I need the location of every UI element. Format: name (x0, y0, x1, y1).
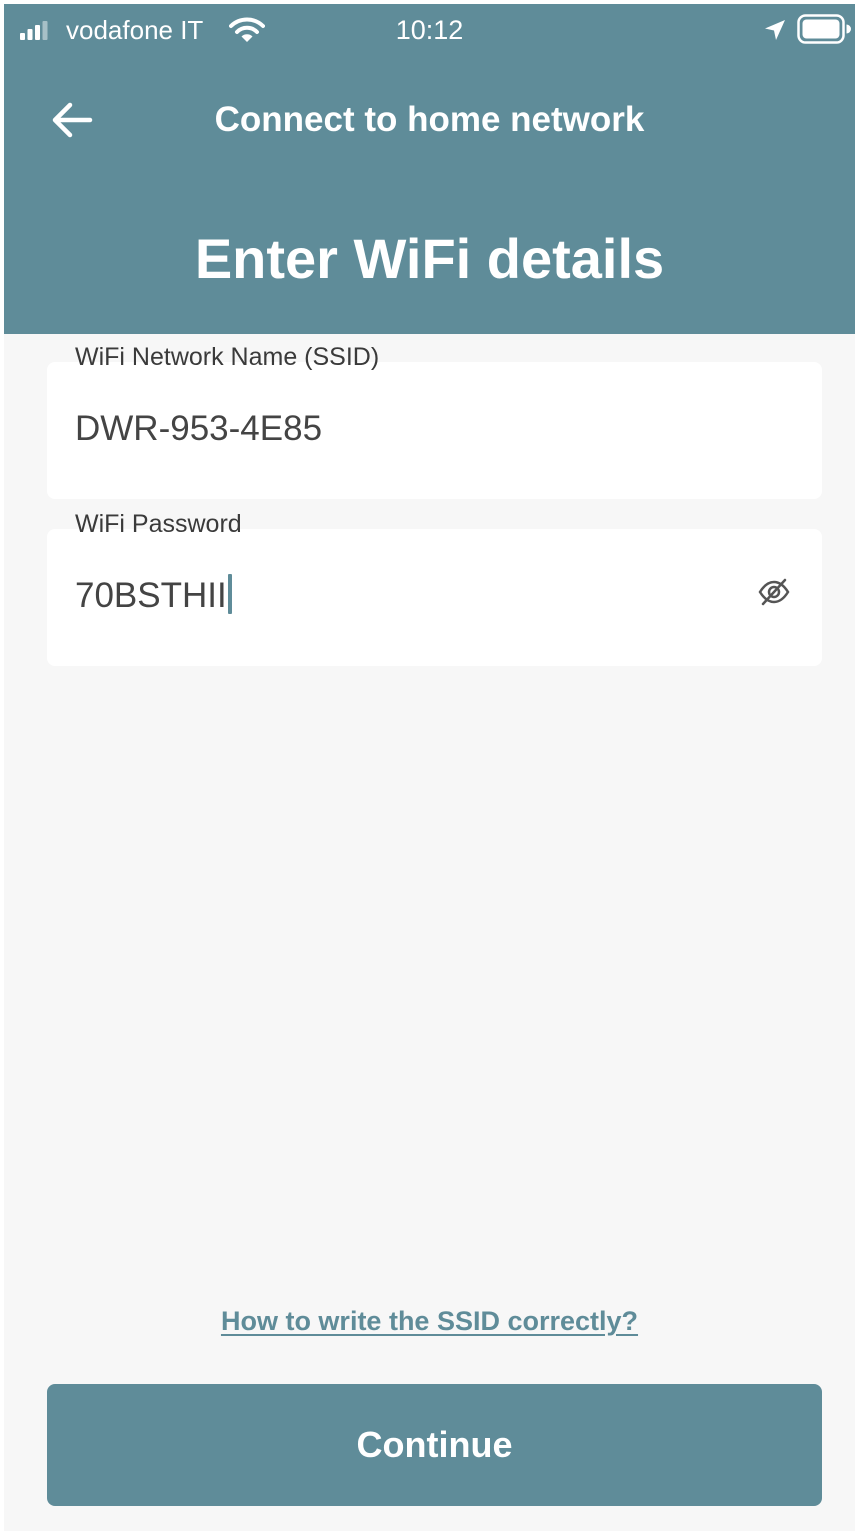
text-caret (227, 574, 232, 614)
continue-button[interactable]: Continue (47, 1384, 822, 1506)
battery-icon (797, 14, 851, 44)
location-arrow-icon (765, 20, 785, 40)
password-input[interactable]: 70BSTHII (75, 574, 725, 618)
password-value: 70BSTHII (75, 576, 227, 615)
ssid-help-link[interactable]: How to write the SSID correctly? (4, 1304, 855, 1338)
ssid-input[interactable]: DWR-953-4E85 (75, 407, 725, 451)
password-field[interactable]: WiFi Password 70BSTHII (47, 510, 822, 666)
status-bar: vodafone IT 10:12 (4, 4, 855, 54)
app-screen: vodafone IT 10:12 Connect to home networ… (4, 4, 855, 1531)
ssid-field[interactable]: WiFi Network Name (SSID) DWR-953-4E85 (47, 343, 822, 499)
page-heading: Enter WiFi details (194, 227, 665, 290)
ssid-label: WiFi Network Name (SSID) (75, 343, 380, 371)
nav-title: Connect to home network (214, 100, 645, 139)
ssid-value: DWR-953-4E85 (75, 409, 323, 448)
password-visibility-toggle[interactable] (755, 573, 793, 611)
status-time: 10:12 (395, 15, 464, 45)
eye-off-icon (758, 578, 790, 606)
header: vodafone IT 10:12 Connect to home networ… (4, 4, 855, 334)
password-label: WiFi Password (75, 510, 242, 538)
